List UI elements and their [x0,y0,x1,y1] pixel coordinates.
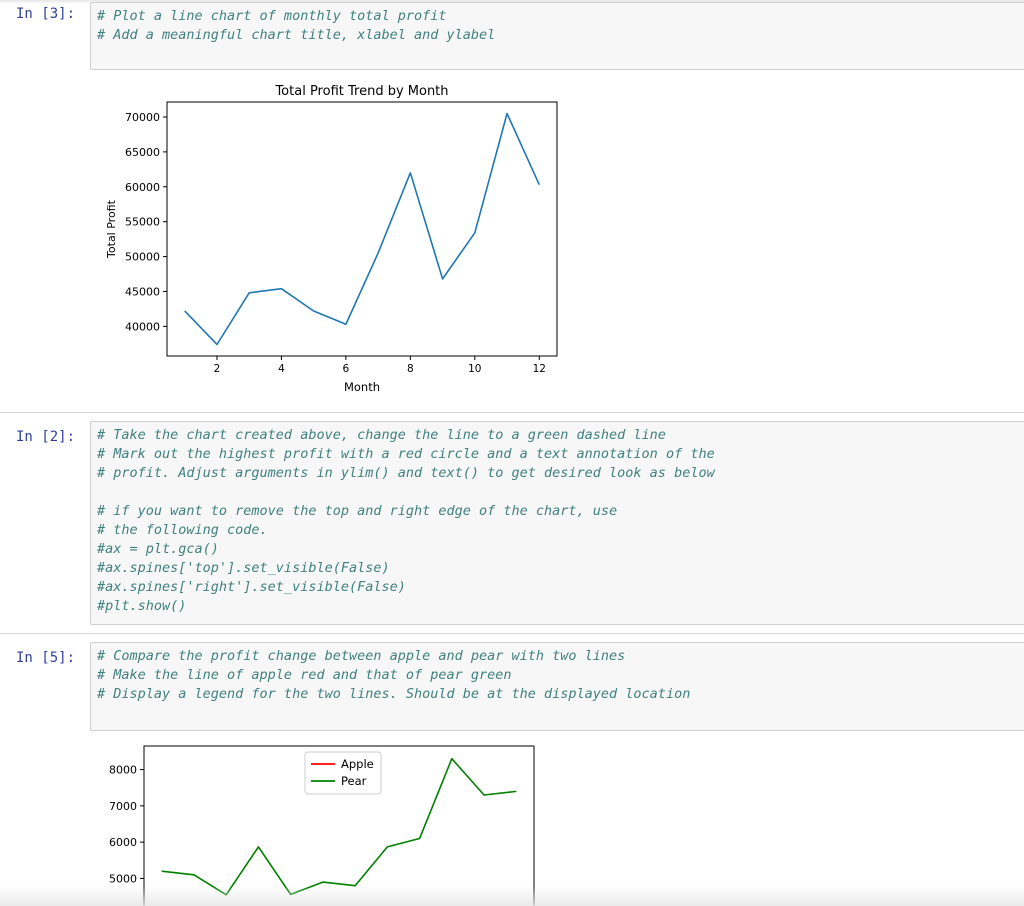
y-tick-label: 50000 [125,251,160,264]
y-axis-label: Total Profit [105,199,118,259]
profit-trend-chart: 40000 45000 50000 55000 60000 65000 70000 2 4 6 8 1… [105,84,558,394]
code-text[interactable]: # Plot a line chart of monthly total pro… [97,7,1019,45]
y-tick-label: 8000 [109,764,137,777]
x-tick-label: 6 [343,363,350,375]
x-axis-label: Month [344,380,380,394]
x-tick-label: 10 [468,363,481,375]
legend-label: Apple [341,757,374,771]
code-input-area[interactable]: # Plot a line chart of monthly total pro… [90,2,1024,70]
y-tick-label: 70000 [125,111,160,124]
y-tick-label: 55000 [125,216,160,229]
y-tick-label: 40000 [125,320,160,333]
input-prompt: In [2]: [16,429,76,445]
y-tick-label: 65000 [125,146,160,159]
x-tick-label: 12 [533,363,546,375]
y-tick-label: 7000 [109,800,137,813]
cell-divider [0,633,1024,634]
x-tick-label: 4 [278,363,285,375]
code-input-area[interactable]: # Take the chart created above, change t… [90,421,1024,625]
code-text[interactable]: # Take the chart created above, change t… [97,426,1019,616]
y-tick-label: 45000 [125,285,160,298]
apple-pear-chart: 5000 6000 7000 8000 Apple Pear [109,745,535,906]
input-prompt: In [3]: [16,6,76,22]
y-tick-label: 60000 [125,181,160,194]
code-text[interactable]: # Compare the profit change between appl… [97,647,1019,704]
chart-title: Total Profit Trend by Month [274,84,448,99]
code-input-area[interactable]: # Compare the profit change between appl… [90,642,1024,731]
legend: Apple Pear [304,751,382,795]
plot-frame [166,101,558,357]
x-tick-label: 8 [407,363,414,375]
x-tick-label: 2 [214,363,221,375]
cell-divider [0,412,1024,413]
input-prompt: In [5]: [16,650,76,666]
legend-label: Pear [341,774,367,788]
series-line [184,112,541,346]
y-tick-label: 6000 [109,836,137,849]
y-tick-label: 5000 [109,872,137,885]
